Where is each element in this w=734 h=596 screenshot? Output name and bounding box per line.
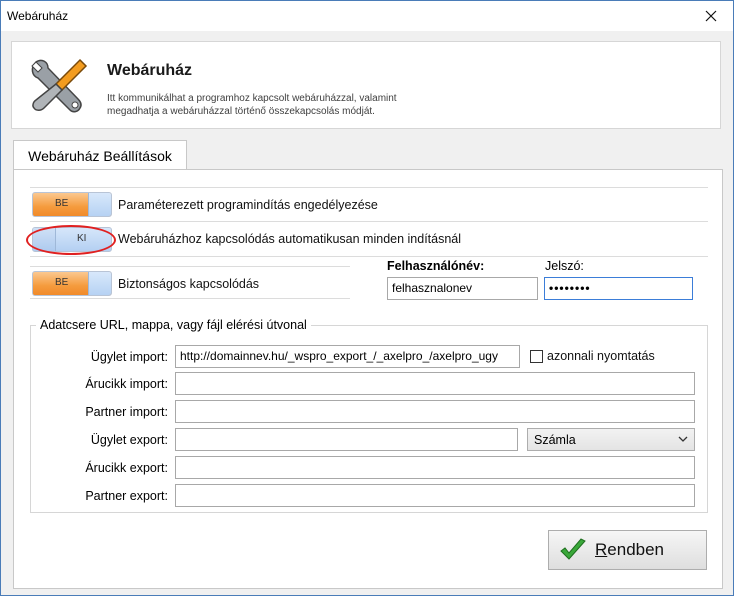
ugylet-import-label: Ügylet import:	[90, 350, 168, 364]
username-label: Felhasználónév:	[387, 259, 485, 273]
header-panel: Webáruház Itt kommunikálhat a programhoz…	[11, 41, 721, 129]
ugylet-export-input[interactable]	[175, 428, 518, 451]
username-input[interactable]: felhasznalonev	[387, 277, 538, 300]
partner-import-label: Partner import:	[85, 405, 168, 419]
partner-export-label: Partner export:	[85, 489, 168, 503]
password-label: Jelszó:	[545, 259, 584, 273]
window-title: Webáruház	[7, 9, 69, 23]
close-button[interactable]	[689, 1, 733, 31]
toggle-state: BE	[55, 277, 69, 288]
auto-connect-toggle[interactable]: KI	[32, 227, 112, 252]
ugylet-import-input[interactable]: http://domainnev.hu/_wspro_export_/_axel…	[175, 345, 520, 368]
ok-mnemonic: R	[595, 540, 608, 559]
tab-webaruhaz-beallitasok[interactable]: Webáruház Beállítások	[13, 140, 187, 170]
secure-toggle[interactable]: BE	[32, 271, 112, 296]
title-bar: Webáruház	[1, 1, 733, 31]
arucikk-import-label: Árucikk import:	[85, 377, 168, 391]
tab-label: Webáruház Beállítások	[28, 147, 172, 164]
instant-print-label: azonnali nyomtatás	[547, 349, 655, 363]
ok-button[interactable]: Rendben	[548, 530, 707, 570]
arucikk-export-label: Árucikk export:	[85, 461, 168, 475]
toggle-state: KI	[77, 233, 87, 244]
secure-label: Biztonságos kapcsolódás	[118, 277, 260, 291]
exchange-group-title: Adatcsere URL, mappa, vagy fájl elérési …	[36, 318, 311, 332]
arucikk-export-input[interactable]	[175, 456, 695, 479]
ok-label-rest: endben	[607, 540, 665, 559]
toggle-state: BE	[55, 198, 69, 209]
export-type-select[interactable]: Számla	[527, 428, 695, 451]
param-start-label: Paraméterezett programindítás engedélyez…	[118, 198, 378, 212]
webaruhaz-window: Webáruház Webáruház Itt kommunikálhat a …	[0, 0, 734, 596]
partner-import-input[interactable]	[175, 400, 695, 423]
settings-panel: BE Paraméterezett programindítás engedél…	[13, 169, 723, 589]
export-type-value: Számla	[534, 433, 576, 447]
header-description: Itt kommunikálhat a programhoz kapcsolt …	[107, 93, 397, 117]
close-icon	[705, 10, 717, 22]
tools-icon	[31, 58, 88, 113]
ugylet-export-label: Ügylet export:	[90, 433, 168, 447]
instant-print-checkbox[interactable]	[530, 350, 543, 363]
header-title: Webáruház	[107, 62, 193, 79]
partner-export-input[interactable]	[175, 484, 695, 507]
divider	[30, 187, 708, 188]
password-input[interactable]: ••••••••	[544, 277, 693, 300]
divider	[30, 266, 350, 267]
divider	[30, 256, 708, 257]
param-start-toggle[interactable]: BE	[32, 192, 112, 217]
divider	[30, 298, 350, 299]
arucikk-import-input[interactable]	[175, 372, 695, 395]
ok-button-label: Rendben	[595, 540, 664, 560]
divider	[30, 221, 708, 222]
chevron-down-icon	[678, 436, 688, 442]
checkmark-icon	[560, 538, 586, 560]
auto-connect-label: Webáruházhoz kapcsolódás automatikusan m…	[118, 232, 462, 246]
